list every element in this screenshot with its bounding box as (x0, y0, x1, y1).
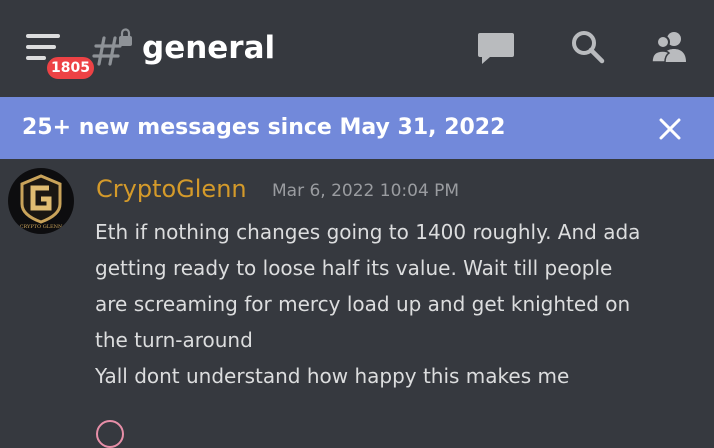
locked-hash-channel-icon (92, 28, 132, 66)
new-messages-text[interactable]: 25+ new messages since May 31, 2022 (22, 97, 505, 159)
next-message-avatar[interactable] (96, 420, 124, 448)
username[interactable]: CryptoGlenn (96, 172, 247, 206)
message-line: Yall dont understand how happy this make… (95, 364, 570, 388)
cryptoglenn-logo-avatar: CRYPTO GLENN (20, 174, 63, 230)
channel-header: 1805 general (0, 0, 714, 97)
message-line: getting ready to loose half its value. W… (95, 256, 613, 280)
avatar[interactable]: CRYPTO GLENN (8, 168, 74, 234)
unread-mentions-badge: 1805 (44, 54, 97, 82)
channel-name[interactable]: general (142, 26, 275, 70)
message-line: the turn-around (95, 328, 253, 352)
members-icon[interactable] (650, 28, 690, 68)
search-icon[interactable] (568, 28, 608, 68)
threads-chat-bubble-icon[interactable] (476, 28, 516, 68)
message-line: are screaming for mercy load up and get … (95, 292, 631, 316)
message-timestamp: Mar 6, 2022 10:04 PM (272, 181, 460, 201)
hamburger-line (26, 56, 46, 60)
message-content: Eth if nothing changes going to 1400 rou… (95, 214, 695, 394)
message-line: Eth if nothing changes going to 1400 rou… (95, 220, 641, 244)
close-icon[interactable] (656, 115, 684, 143)
svg-text:CRYPTO GLENN: CRYPTO GLENN (20, 224, 63, 230)
hamburger-line (26, 45, 56, 49)
hamburger-menu-icon (26, 34, 60, 38)
new-messages-banner[interactable]: 25+ new messages since May 31, 2022 (0, 97, 714, 159)
